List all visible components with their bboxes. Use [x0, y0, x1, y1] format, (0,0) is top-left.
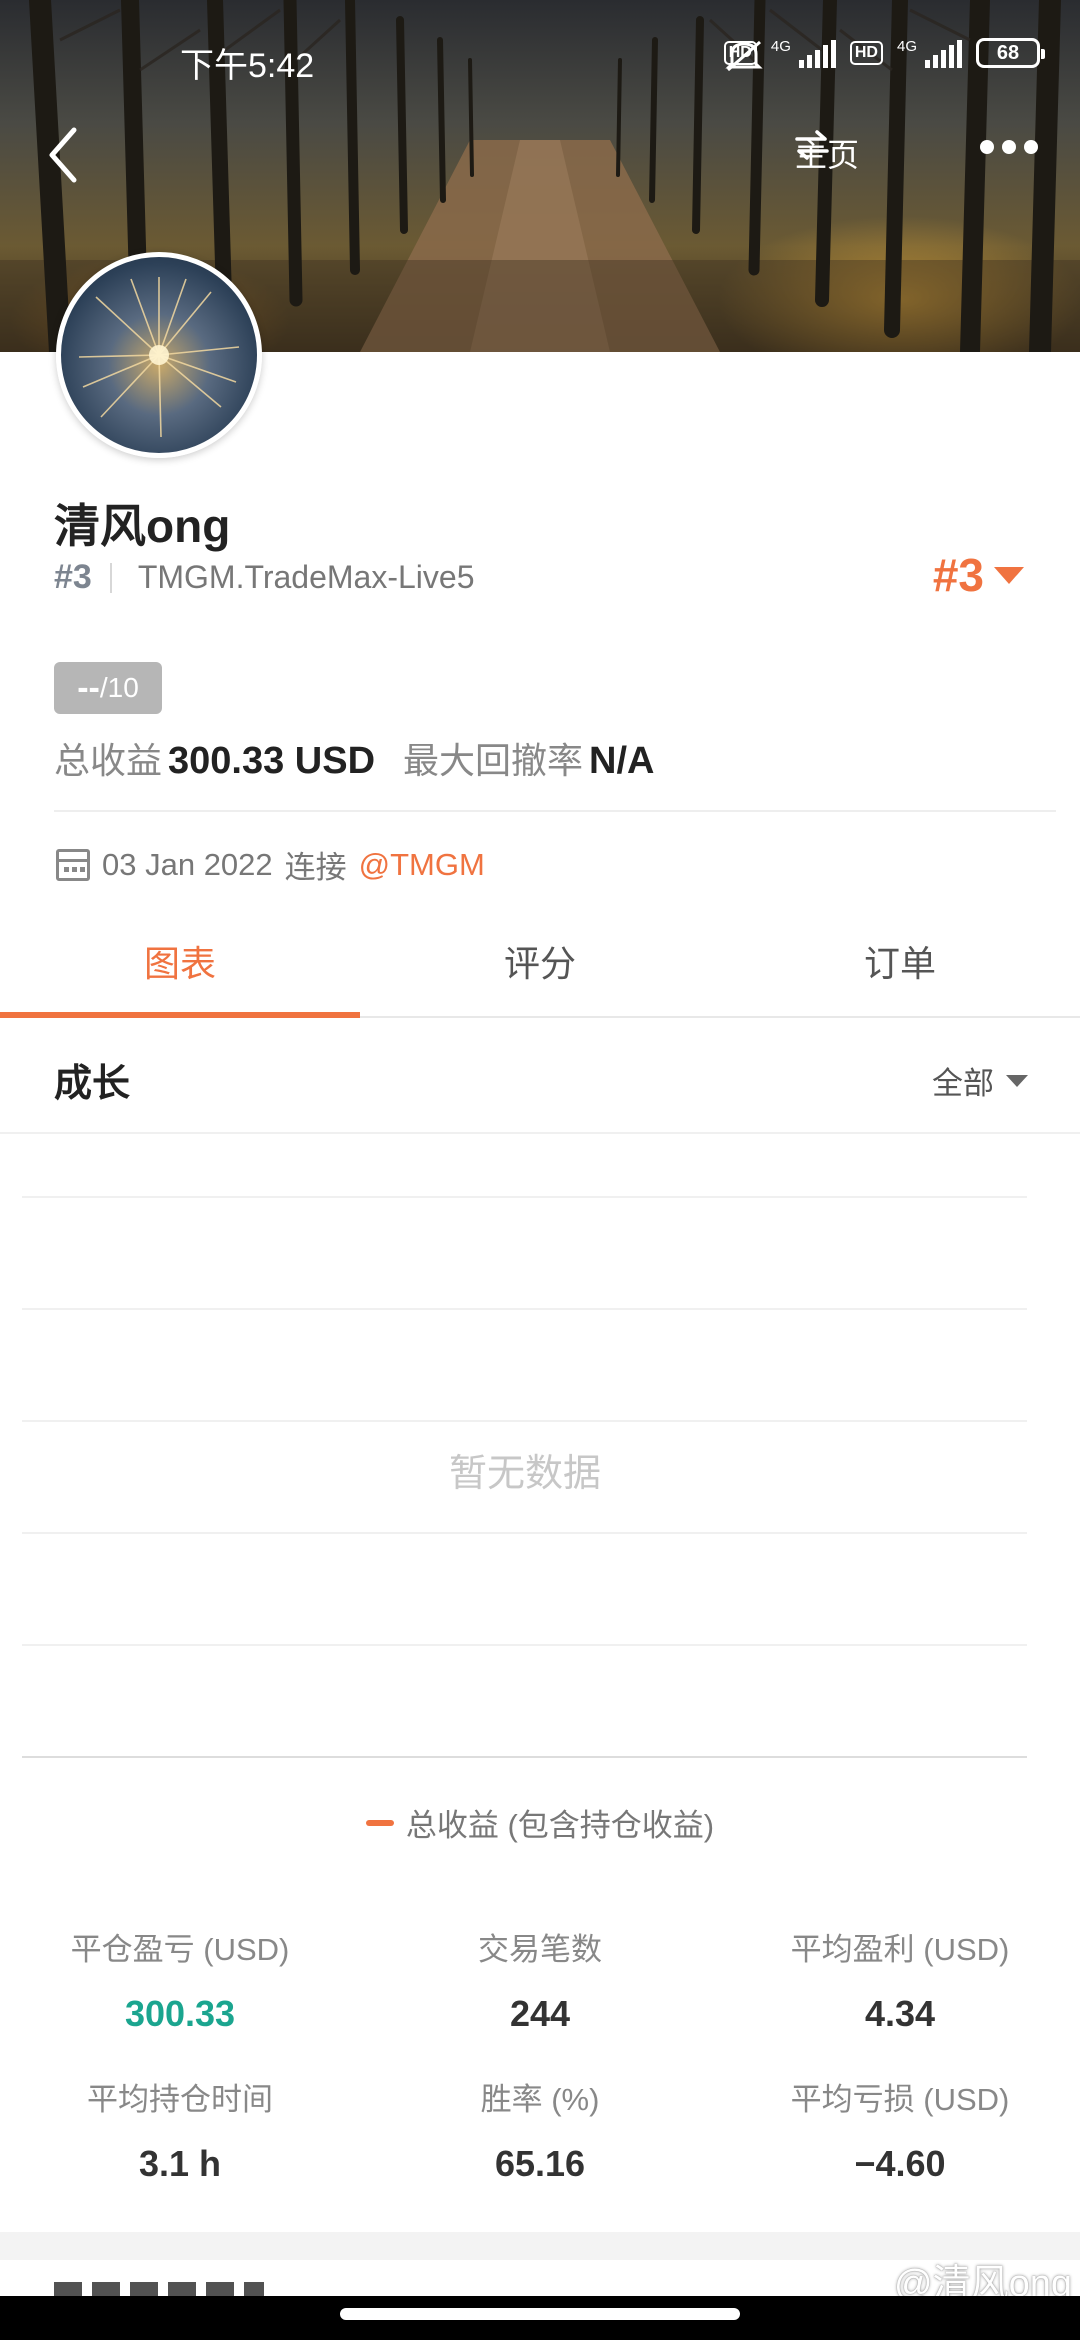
signal-icon-2 [925, 38, 962, 68]
divider [54, 810, 1056, 812]
battery-icon: 68 [976, 38, 1045, 68]
caret-down-icon [994, 566, 1024, 584]
stat-label: 胜率 (%) [480, 2082, 600, 2117]
empty-chart-text: 暂无数据 [448, 1453, 601, 1495]
alarm-off-icon [725, 40, 763, 72]
status-time: 下午5:42 [180, 47, 315, 85]
stat-label: 平均亏损 (USD) [790, 2082, 1010, 2117]
growth-filter-dropdown[interactable]: 全部 [932, 1058, 1028, 1103]
chart-gridline [22, 1308, 1027, 1310]
stat-label: 平均持仓时间 [87, 2082, 273, 2117]
status-icons: HD 4G HD 4G 68 [723, 38, 1045, 72]
swap-arrows-icon [795, 130, 829, 160]
stat-value: −4.60 [854, 2143, 946, 2184]
rank-row: #3 TMGM.TradeMax-Live5 [54, 558, 474, 597]
stat-label: 平仓盈亏 (USD) [70, 1932, 290, 1967]
avatar[interactable] [56, 252, 262, 458]
max-drawdown-value: N/A [589, 740, 655, 782]
broker-link[interactable]: @TMGM [359, 847, 485, 883]
stat-label: 平均盈利 (USD) [790, 1932, 1010, 1967]
tab-score[interactable]: 评分 [360, 922, 720, 1016]
total-profit-label: 总收益 [54, 740, 163, 781]
rank-dropdown[interactable]: #3 [933, 548, 1024, 602]
network-type-label-2: 4G [896, 38, 917, 55]
rank-small: #3 [54, 558, 92, 596]
chart-gridline [22, 1420, 1027, 1422]
growth-title: 成长 [54, 1063, 131, 1105]
more-dots-icon[interactable] [980, 140, 1038, 154]
growth-filter-label: 全部 [932, 1066, 994, 1101]
total-profit-value: 300.33 USD [168, 740, 376, 782]
profit-summary: 总收益 300.33 USD 最大回撤率 N/A [54, 732, 655, 784]
stat-value: 4.34 [864, 1993, 936, 2034]
chart-baseline [22, 1756, 1027, 1758]
chart-gridline [22, 1532, 1027, 1534]
legend-swatch [365, 1819, 394, 1826]
home-button[interactable]: 主页 [795, 130, 859, 176]
connect-text: 连接 [284, 850, 347, 885]
stat-value: 3.1 h [138, 2143, 222, 2184]
chevron-left-icon [49, 127, 77, 183]
calendar-icon [56, 848, 90, 881]
tab-orders[interactable]: 订单 [720, 922, 1080, 1016]
stat-avg-profit: 平均盈利 (USD) 4.34 [720, 1924, 1080, 2035]
rank-big-label: #3 [932, 549, 984, 601]
signal-icon [798, 38, 836, 68]
stat-value: 65.16 [494, 2143, 586, 2184]
stat-avg-loss: 平均亏损 (USD) −4.60 [720, 2074, 1080, 2185]
profile-name: 清风ong [54, 500, 231, 552]
caret-down-icon [1006, 1074, 1028, 1087]
score-badge: --/10 [54, 662, 162, 714]
divider [0, 1132, 1080, 1134]
hd-badge-2: HD [849, 41, 883, 65]
tab-bar: 图表 评分 订单 [0, 922, 1080, 1018]
chart-gridline [22, 1644, 1027, 1646]
connect-info: 03 Jan 2022 连接 @TMGM [56, 842, 485, 887]
stat-label: 交易笔数 [478, 1932, 602, 1967]
score-main: -- [77, 668, 100, 707]
stat-trade-count: 交易笔数 244 [360, 1924, 720, 2035]
rank-separator [109, 562, 112, 593]
network-type-label: 4G [770, 38, 791, 55]
stat-value: 300.33 [124, 1993, 236, 2034]
firework-avatar-image [78, 277, 240, 438]
tab-chart[interactable]: 图表 [0, 922, 360, 1018]
connect-date: 03 Jan 2022 [102, 846, 273, 882]
stat-avg-hold-time: 平均持仓时间 3.1 h [0, 2074, 360, 2185]
home-indicator[interactable] [340, 2308, 740, 2320]
score-max: /10 [99, 672, 139, 703]
stat-closed-pnl: 平仓盈亏 (USD) 300.33 [0, 1924, 360, 2035]
back-button[interactable] [40, 120, 90, 190]
chart-gridline [22, 1196, 1027, 1198]
chart-legend: 总收益 (包含持仓收益) [0, 1800, 1080, 1845]
stat-win-rate: 胜率 (%) 65.16 [360, 2074, 720, 2185]
server-name: TMGM.TradeMax-Live5 [137, 559, 475, 595]
max-drawdown-label: 最大回撤率 [403, 740, 584, 781]
stat-value: 244 [509, 1993, 571, 2034]
legend-label: 总收益 (包含持仓收益) [405, 1808, 715, 1843]
status-bar: 下午5:42 HD 4G HD 4G 68 [0, 0, 1080, 110]
